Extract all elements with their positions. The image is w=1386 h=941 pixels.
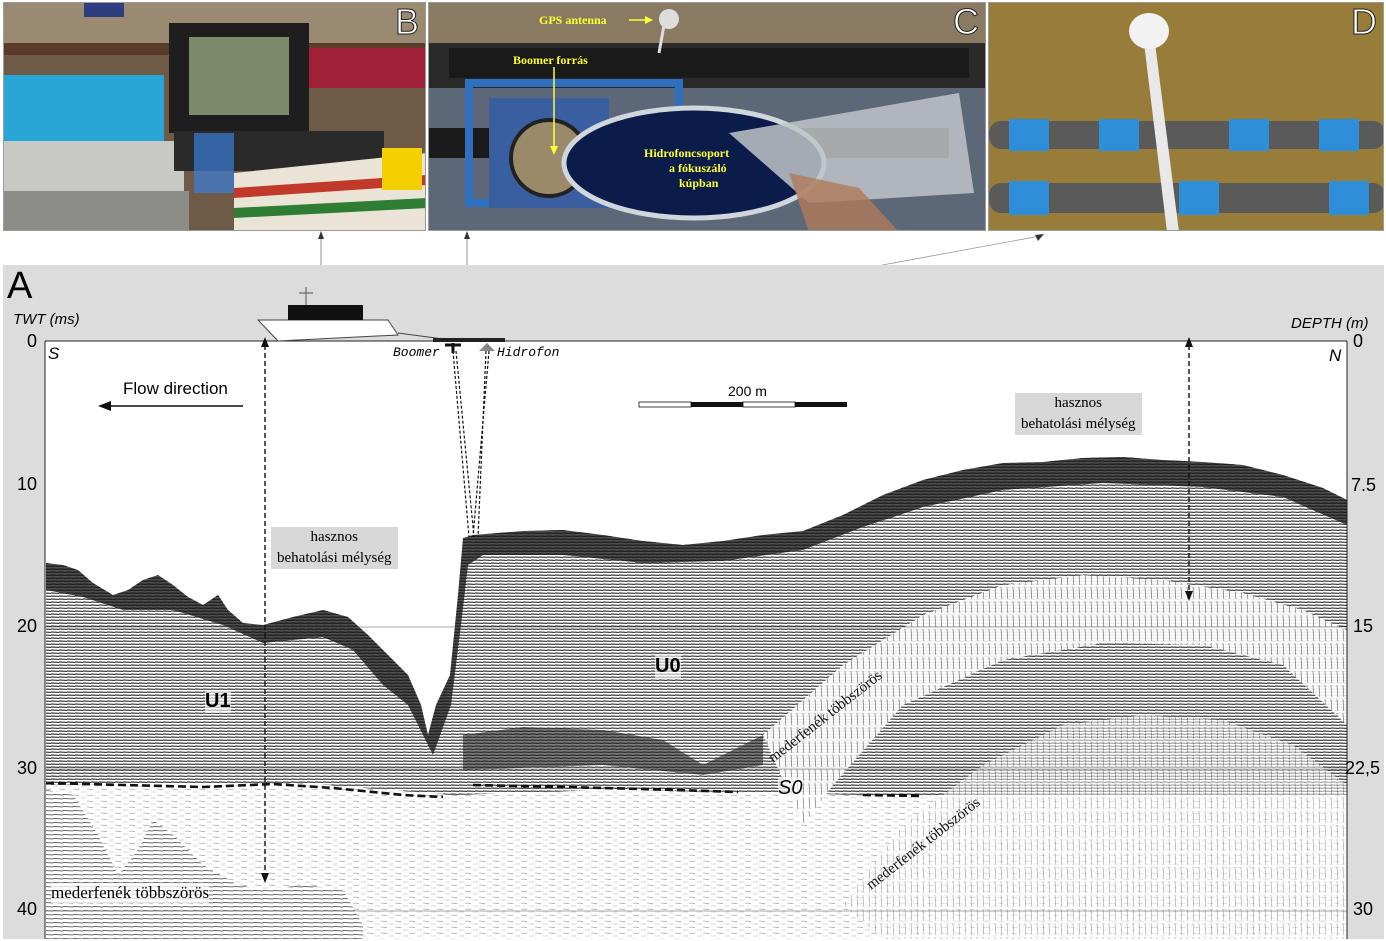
scale-bar-label: 200 m	[728, 383, 767, 399]
reflector-s0-label: S0	[778, 777, 803, 800]
unit-u0-label: U0	[655, 655, 681, 678]
flow-direction-label: Flow direction	[123, 379, 228, 398]
tow-bar	[433, 338, 505, 342]
penetration-label-left-line2: behatolási mélység	[277, 550, 392, 566]
penetration-label-right: hasznos behatolási mélység	[1015, 393, 1142, 435]
penetration-label-left-line1: hasznos	[310, 529, 359, 545]
photo-b-letter: B	[394, 2, 419, 43]
left-tick-0: 0	[27, 331, 38, 351]
left-tick-20: 20	[17, 616, 38, 636]
left-tick-10: 10	[17, 474, 38, 494]
left-tick-30: 30	[17, 758, 38, 778]
unit-u1-label: U1	[205, 690, 231, 713]
multiple-label-left: mederfenék többszörös	[51, 883, 210, 903]
seismic-profile-panel: mederfenék többszörös mederfenék többszö…	[3, 265, 1384, 939]
photo-d-illustration	[989, 3, 1383, 230]
penetration-label-right-line1: hasznos	[1054, 395, 1103, 411]
profile-letter: A	[7, 265, 33, 307]
right-axis-title: DEPTH (m)	[1291, 315, 1369, 332]
photo-c-boomer-frame: GPS antenna Boomer forrás Hidrofoncsopor…	[428, 2, 986, 231]
photo-d-catamaran: D	[988, 2, 1384, 231]
photo-d-letter: D	[1351, 2, 1378, 43]
photo-b-illustration	[4, 3, 425, 230]
right-tick-0: 0	[1353, 331, 1364, 351]
penetration-label-left: hasznos behatolási mélység	[271, 527, 398, 569]
scale-bar	[638, 401, 847, 408]
south-label: S	[48, 344, 60, 363]
penetration-label-right-line2: behatolási mélység	[1021, 416, 1136, 432]
hydrophone-label: Hidrofon	[497, 345, 560, 360]
seismic-profile-canvas: mederfenék többszörös mederfenék többszö…	[44, 287, 1348, 939]
left-tick-40: 40	[17, 899, 38, 919]
right-tick-15: 15	[1353, 616, 1374, 636]
boomer-label: Boomer	[393, 345, 440, 360]
photo-c-letter: C	[953, 2, 980, 43]
right-tick-7-5: 7.5	[1351, 475, 1377, 495]
photo-c-arrows	[550, 16, 653, 155]
photo-b-recording-equipment: B	[3, 2, 426, 231]
north-label: N	[1329, 346, 1342, 365]
right-tick-30: 30	[1353, 899, 1374, 919]
left-axis-title: TWT (ms)	[13, 311, 80, 328]
right-tick-22-5: 22,5	[1345, 758, 1381, 778]
survey-boat	[256, 287, 444, 342]
